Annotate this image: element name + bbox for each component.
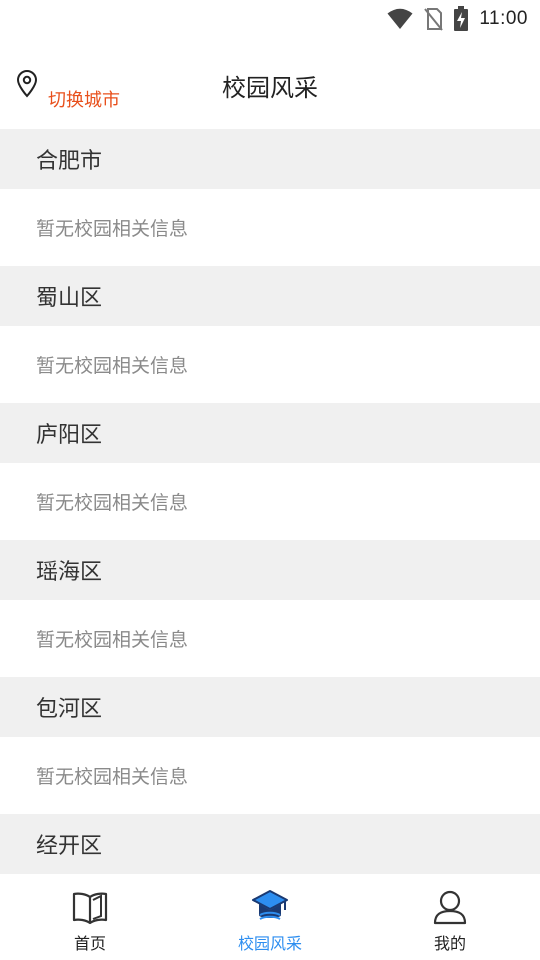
district-header-hefei[interactable]: 合肥市: [0, 129, 540, 189]
district-header-luyang[interactable]: 庐阳区: [0, 403, 540, 463]
tab-home[interactable]: 首页: [0, 874, 180, 960]
status-icons: 11:00: [387, 5, 528, 33]
district-header-baohe[interactable]: 包河区: [0, 677, 540, 737]
status-bar: 11:00: [0, 0, 540, 38]
bottom-tab-bar: 首页 校园风采 我的: [0, 874, 540, 960]
tab-mine[interactable]: 我的: [360, 874, 540, 960]
empty-message: 暂无校园相关信息: [0, 463, 540, 540]
top-bar: 切换城市 校园风采: [0, 38, 540, 129]
district-header-yaohai[interactable]: 瑶海区: [0, 540, 540, 600]
battery-charging-icon: [454, 6, 469, 31]
tab-home-label: 首页: [73, 934, 106, 953]
empty-message: 暂无校园相关信息: [0, 600, 540, 677]
graduation-cap-icon: [252, 890, 288, 920]
district-list: 合肥市 暂无校园相关信息 蜀山区 暂无校园相关信息 庐阳区 暂无校园相关信息 瑶…: [0, 129, 540, 874]
district-header-shushan[interactable]: 蜀山区: [0, 266, 540, 326]
wifi-icon: [387, 8, 413, 29]
status-time: 11:00: [479, 8, 528, 29]
district-header-jingkai[interactable]: 经开区: [0, 814, 540, 874]
user-icon: [433, 890, 467, 925]
empty-message: 暂无校园相关信息: [0, 189, 540, 266]
tab-mine-label: 我的: [433, 934, 466, 953]
tab-campus[interactable]: 校园风采: [180, 874, 360, 960]
book-icon: [72, 892, 108, 925]
tab-campus-label: 校园风采: [237, 934, 302, 953]
page-title: 校园风采: [222, 74, 318, 102]
no-sim-icon: [424, 8, 444, 31]
empty-message: 暂无校园相关信息: [0, 737, 540, 814]
empty-message: 暂无校园相关信息: [0, 326, 540, 403]
